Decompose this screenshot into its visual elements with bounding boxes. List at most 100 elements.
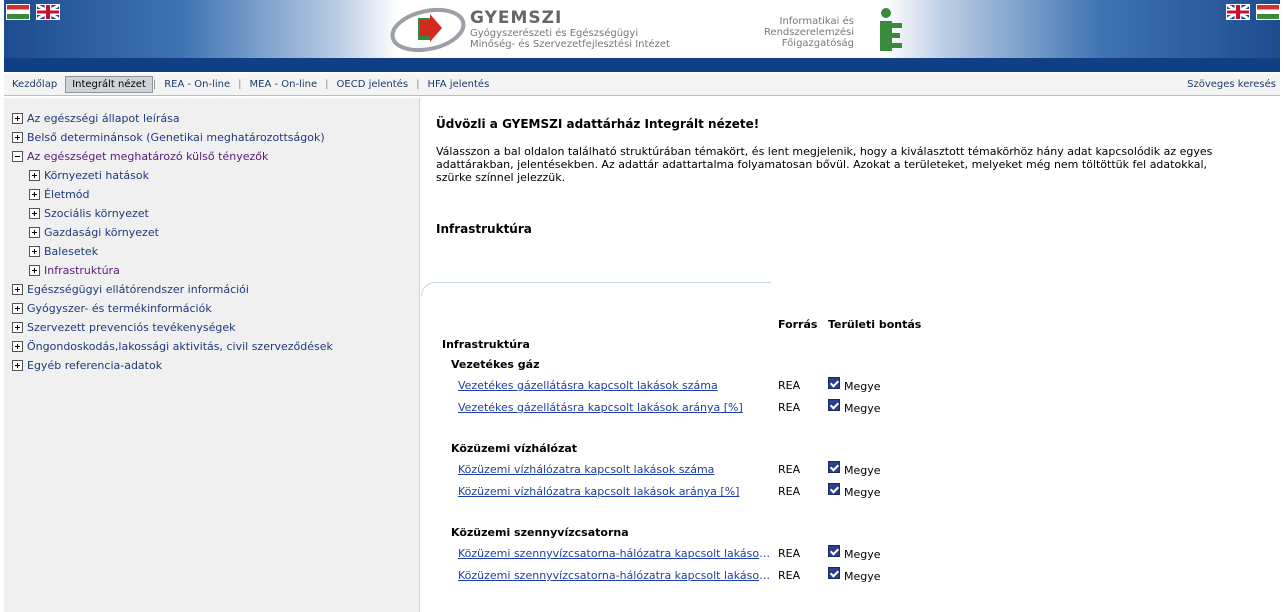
tree-item-label: Gyógyszer- és termékinformációk (27, 302, 212, 315)
tree-item-label: Környezeti hatások (44, 169, 149, 182)
main-content: Üdvözli a GYEMSZI adattárház Integrált n… (421, 98, 1280, 612)
checkbox-icon[interactable] (828, 377, 840, 389)
top-navigation: Kezdőlap Integrált nézet | REA - On-line… (4, 74, 1280, 96)
expand-icon[interactable] (12, 303, 23, 314)
checkbox-icon[interactable] (828, 461, 840, 473)
tree-item-label: Infrastruktúra (44, 264, 120, 277)
tree-item-label: Gazdasági környezet (44, 226, 159, 239)
indicator-link[interactable]: Közüzemi vízhálózatra kapcsolt lakások a… (458, 485, 774, 498)
tree-item-label: Az egészséget meghatározó külső tényezők (27, 150, 269, 163)
tree-item-environmental-effects[interactable]: Környezeti hatások (4, 166, 419, 185)
indicator-link[interactable]: Közüzemi vízhálózatra kapcsolt lakások s… (458, 463, 774, 476)
table-title: Infrastruktúra (442, 338, 530, 351)
tree-item-self-care-civil[interactable]: Öngondoskodás,lakossági aktivitás, civil… (4, 337, 419, 356)
tree-item-lifestyle[interactable]: Életmód (4, 185, 419, 204)
column-header-source: Forrás (778, 318, 818, 331)
right-logo-line-2: Rendszerelemzési (763, 27, 854, 38)
checkbox-icon[interactable] (828, 545, 840, 557)
nav-rea-online[interactable]: REA - On-line (156, 79, 238, 90)
logo-subtitle-1: Gyógyszerészeti és Egészségügyi (470, 28, 639, 39)
expand-icon[interactable] (29, 208, 40, 219)
topic-tree: Az egészségi állapot leírása Belső deter… (4, 98, 420, 612)
checkbox-icon[interactable] (828, 483, 840, 495)
right-logo-line-3: Főigazgatóság (781, 38, 854, 49)
tree-item-internal-determinants[interactable]: Belső determinánsok (Genetikai meghatáro… (4, 128, 419, 147)
region-value: Megye (844, 486, 881, 499)
tree-item-label: Egészségügyi ellátórendszer információi (27, 283, 249, 296)
ie-logo-icon (880, 8, 902, 51)
expand-icon[interactable] (12, 132, 23, 143)
english-flag-icon[interactable] (36, 4, 60, 20)
indicator-link[interactable]: Vezetékes gázellátásra kapcsolt lakások … (458, 379, 774, 392)
tree-item-healthcare-system[interactable]: Egészségügyi ellátórendszer információi (4, 280, 419, 299)
table-row: Közüzemi vízhálózatra kapcsolt lakások s… (458, 461, 958, 479)
indicator-link[interactable]: Közüzemi szennyvízcsatorna-hálózatra kap… (458, 569, 774, 582)
source-value: REA (778, 379, 801, 392)
source-value: REA (778, 569, 801, 582)
table-row: Vezetékes gázellátásra kapcsolt lakások … (458, 377, 958, 395)
nav-hfa-report[interactable]: HFA jelentés (419, 79, 497, 90)
tree-item-prevention-activities[interactable]: Szervezett prevenciós tevékenységek (4, 318, 419, 337)
nav-integrated-view[interactable]: Integrált nézet (65, 76, 153, 93)
region-value: Megye (844, 464, 881, 477)
source-value: REA (778, 401, 801, 414)
section-title: Infrastruktúra (436, 222, 532, 236)
table-row: Közüzemi vízhálózatra kapcsolt lakások a… (458, 483, 958, 501)
column-header-regional-breakdown: Területi bontás (828, 318, 922, 331)
collapse-icon[interactable] (12, 151, 23, 162)
tree-item-label: Szociális környezet (44, 207, 149, 220)
nav-mea-online[interactable]: MEA - On-line (242, 79, 326, 90)
expand-icon[interactable] (12, 322, 23, 333)
tree-item-label: Belső determinánsok (Genetikai meghatáro… (27, 131, 325, 144)
region-value: Megye (844, 548, 881, 561)
tree-item-infrastructure[interactable]: Infrastruktúra (4, 261, 419, 280)
tree-item-economic-environment[interactable]: Gazdasági környezet (4, 223, 419, 242)
checkbox-icon[interactable] (828, 567, 840, 579)
expand-icon[interactable] (29, 246, 40, 257)
header-banner: GYEMSZI Gyógyszerészeti és Egészségügyi … (4, 0, 1280, 58)
tree-item-label: Életmód (44, 188, 90, 201)
right-logo-line-1: Informatikai és (779, 16, 855, 27)
logo-subtitle-2: Minőség- és Szervezetfejlesztési Intézet (470, 39, 670, 50)
expand-icon[interactable] (12, 113, 23, 124)
tree-item-accidents[interactable]: Balesetek (4, 242, 419, 261)
tree-item-social-environment[interactable]: Szociális környezet (4, 204, 419, 223)
region-value: Megye (844, 570, 881, 583)
logo-title: GYEMSZI (470, 8, 563, 28)
tree-item-label: Balesetek (44, 245, 99, 258)
group-title-water: Közüzemi vízhálózat (451, 442, 578, 455)
nav-home[interactable]: Kezdőlap (4, 79, 65, 90)
header-bar (4, 58, 1280, 72)
tree-item-drug-product-info[interactable]: Gyógyszer- és termékinformációk (4, 299, 419, 318)
table-row: Vezetékes gázellátásra kapcsolt lakások … (458, 399, 958, 417)
welcome-title: Üdvözli a GYEMSZI adattárház Integrált n… (436, 117, 760, 131)
expand-icon[interactable] (29, 170, 40, 181)
hungarian-flag-icon-right[interactable] (1256, 4, 1280, 20)
expand-icon[interactable] (29, 227, 40, 238)
expand-icon[interactable] (12, 341, 23, 352)
expand-icon[interactable] (12, 284, 23, 295)
tree-item-health-state[interactable]: Az egészségi állapot leírása (4, 109, 419, 128)
indicator-link[interactable]: Közüzemi szennyvízcsatorna-hálózatra kap… (458, 547, 774, 560)
expand-icon[interactable] (29, 189, 40, 200)
tree-item-label: Egyéb referencia-adatok (27, 359, 163, 372)
expand-icon[interactable] (12, 360, 23, 371)
tree-item-label: Szervezett prevenciós tevékenységek (27, 321, 236, 334)
source-value: REA (778, 547, 801, 560)
group-title-sewer: Közüzemi szennyvízcsatorna (451, 526, 629, 539)
hungarian-flag-icon[interactable] (6, 4, 30, 20)
checkbox-icon[interactable] (828, 399, 840, 411)
english-flag-icon-right[interactable] (1226, 4, 1250, 20)
text-search-link[interactable]: Szöveges keresés (1179, 79, 1280, 90)
nav-oecd-report[interactable]: OECD jelentés (329, 79, 417, 90)
section-divider (421, 282, 771, 296)
source-value: REA (778, 463, 801, 476)
tree-item-label: Az egészségi állapot leírása (27, 112, 180, 125)
region-value: Megye (844, 380, 881, 393)
tree-item-external-factors[interactable]: Az egészséget meghatározó külső tényezők (4, 147, 419, 166)
indicator-link[interactable]: Vezetékes gázellátásra kapcsolt lakások … (458, 401, 774, 414)
tree-item-other-reference-data[interactable]: Egyéb referencia-adatok (4, 356, 419, 375)
expand-icon[interactable] (29, 265, 40, 276)
table-row: Közüzemi szennyvízcsatorna-hálózatra kap… (458, 545, 958, 563)
tree-item-label: Öngondoskodás,lakossági aktivitás, civil… (27, 340, 333, 353)
